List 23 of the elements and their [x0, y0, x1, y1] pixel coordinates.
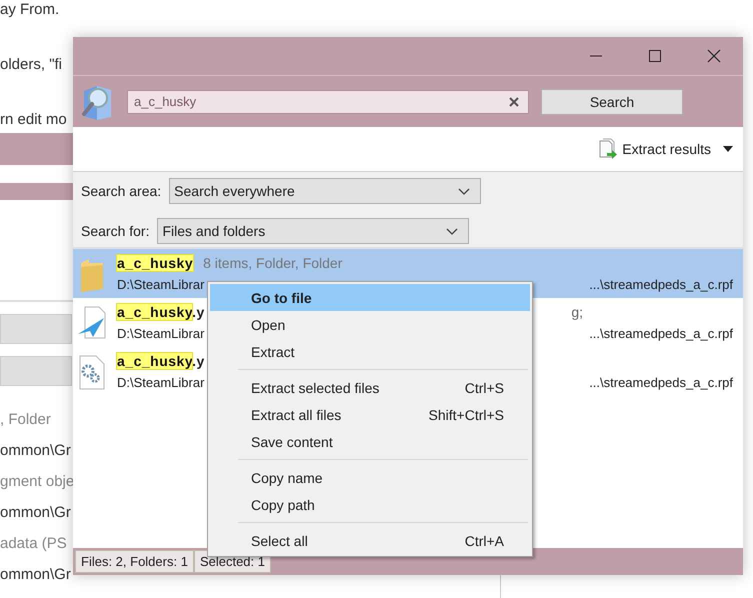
page-text: rn edit mo [0, 110, 67, 130]
background-list-text: adata (PS [0, 534, 67, 554]
option-label: Search area: [81, 183, 162, 199]
result-path: ...\streamedpeds_a_c.rpf [589, 375, 733, 390]
result-path: ...\streamedpeds_a_c.rpf [589, 326, 733, 341]
page-text: olders, "fi [0, 55, 62, 75]
result-details: 8 items, Folder, Folder [203, 255, 342, 271]
result-path: D:\SteamLibrar [117, 277, 204, 292]
background-list-text: , Folder [0, 410, 51, 430]
result-path: ...\streamedpeds_a_c.rpf [589, 277, 733, 292]
background-list-text: ommon\Gr [0, 565, 71, 585]
option-label: Search for: [81, 223, 150, 239]
background-list-text: ommon\Gr [0, 441, 71, 461]
result-note: g; [571, 304, 583, 320]
background-list-text: gment obje [0, 472, 74, 492]
result-path: D:\SteamLibrar [117, 375, 204, 390]
background-list-text: ommon\Gr [0, 503, 71, 523]
result-name: a_c_husky [117, 255, 194, 271]
result-path: D:\SteamLibrar [117, 326, 204, 341]
page-text: ay From. [0, 0, 60, 20]
status-text: Files: 2, Folders: 1 [75, 550, 194, 573]
result-name: a_c_husky.y [117, 304, 205, 320]
result-name: a_c_husky.y [117, 353, 205, 369]
